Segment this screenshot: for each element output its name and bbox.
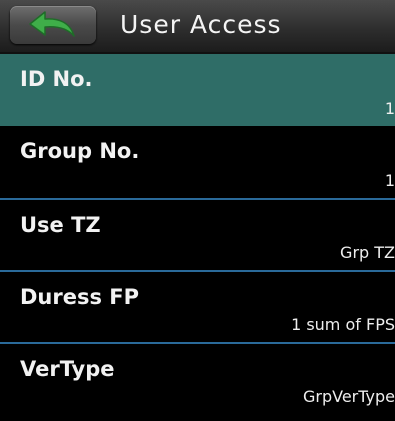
page-title: User Access xyxy=(120,10,282,39)
back-arrow-icon xyxy=(29,11,75,37)
menu-item-label: ID No. xyxy=(20,67,93,91)
menu-item-id-no[interactable]: ID No. 1 xyxy=(0,54,395,126)
menu-item-group-no[interactable]: Group No. 1 xyxy=(0,126,395,198)
menu-item-duress-fp[interactable]: Duress FP 1 sum of FPS xyxy=(0,270,395,342)
menu-item-label: VerType xyxy=(20,357,115,381)
menu-item-use-tz[interactable]: Use TZ Grp TZ xyxy=(0,198,395,270)
menu-item-value: GrpVerType xyxy=(302,387,395,406)
menu-item-label: Use TZ xyxy=(20,213,101,237)
menu-item-value: 1 xyxy=(384,99,395,118)
title-bar: User Access xyxy=(0,0,395,54)
menu-item-value: 1 sum of FPS xyxy=(291,315,395,334)
back-button[interactable] xyxy=(10,6,96,44)
menu-item-vertype[interactable]: VerType GrpVerType xyxy=(0,342,395,414)
menu-item-label: Group No. xyxy=(20,139,140,163)
settings-menu: ID No. 1 Group No. 1 Use TZ Grp TZ Dures… xyxy=(0,54,395,414)
menu-item-value: Grp TZ xyxy=(340,243,395,262)
menu-item-value: 1 xyxy=(384,171,395,190)
menu-item-label: Duress FP xyxy=(20,285,140,309)
